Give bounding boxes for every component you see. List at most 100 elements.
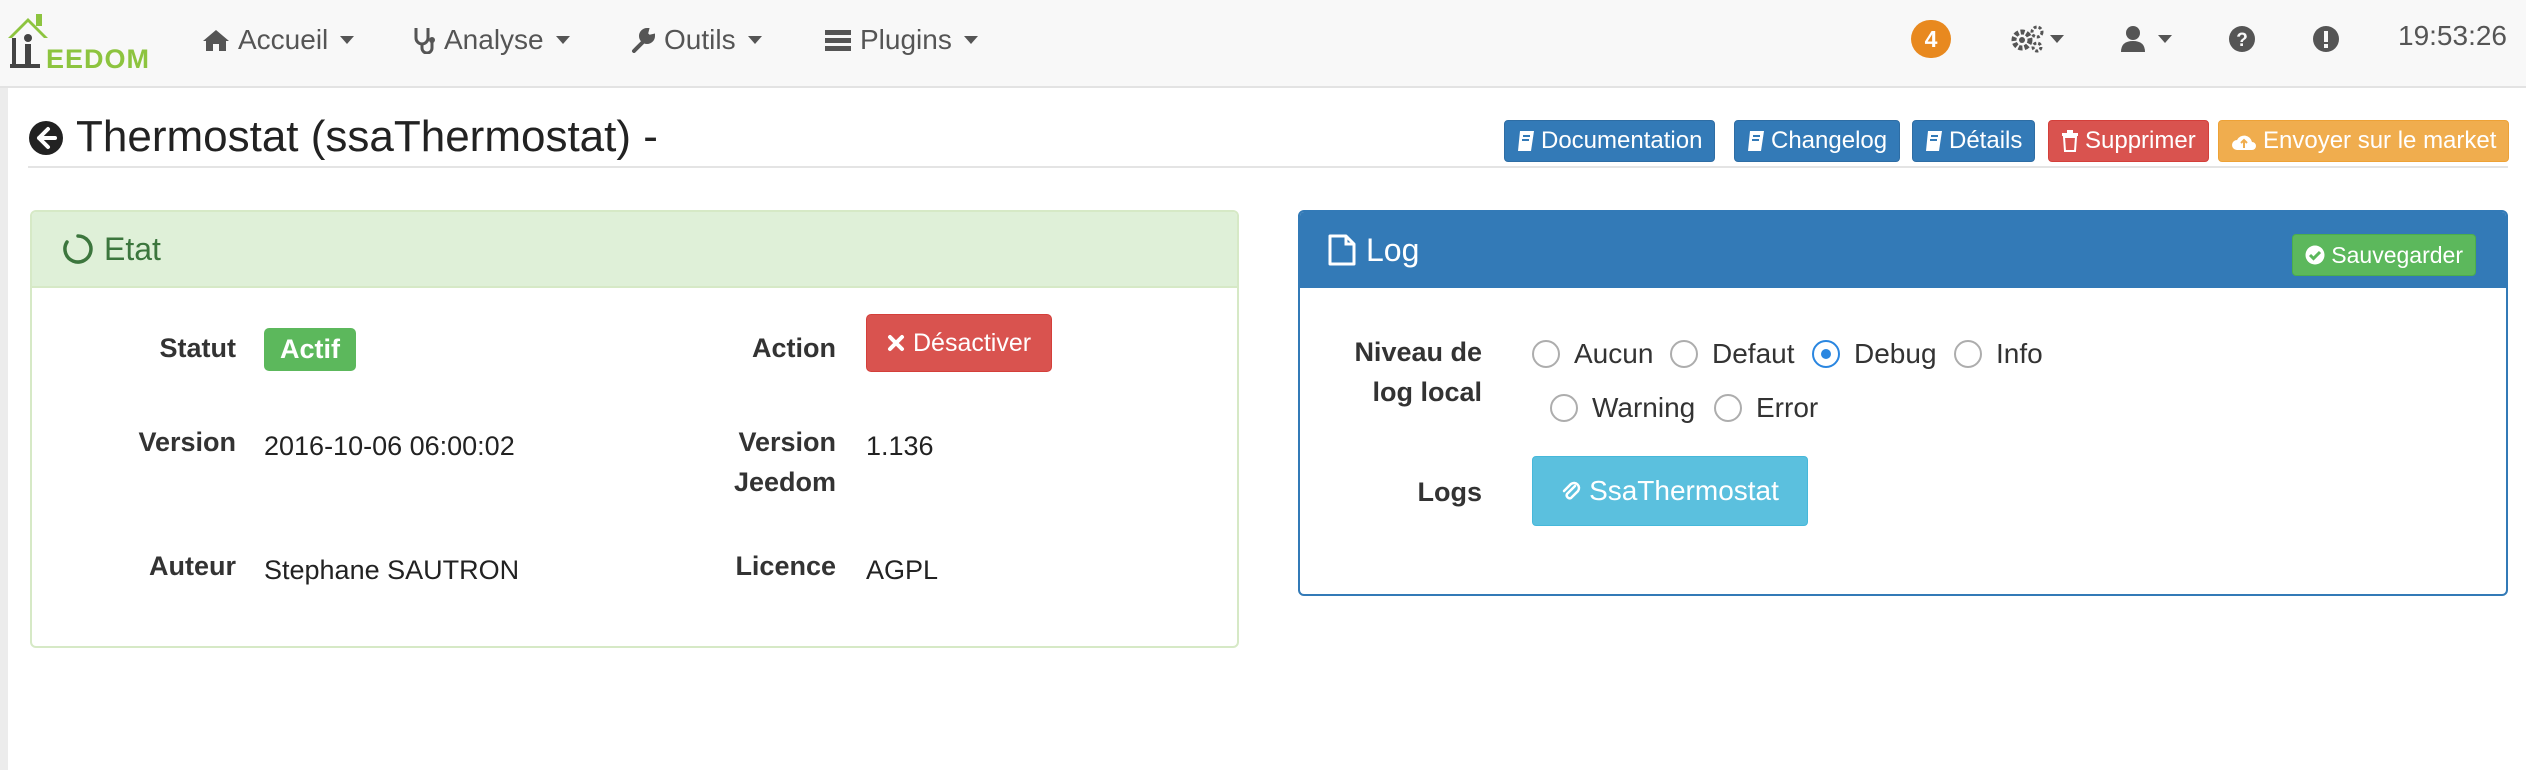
help-icon: ? (2229, 26, 2255, 52)
documentation-button[interactable]: Documentation (1504, 120, 1716, 162)
radio-aucun[interactable]: Aucun (1532, 338, 1653, 370)
version-jeedom-value: 1.136 (866, 431, 934, 461)
radio-error-label: Error (1756, 392, 1819, 423)
status-badge: Actif (264, 328, 356, 371)
log-level-label-line1: Niveau de (1354, 337, 1482, 367)
logs-button-label: SsaThermostat (1589, 475, 1779, 506)
auteur-value: Stephane SAUTRON (264, 555, 520, 585)
cogs-icon (2011, 25, 2044, 53)
action-label: Action (752, 333, 836, 363)
book-icon (1518, 131, 1534, 151)
statut-label: Statut (159, 333, 237, 363)
top-navbar: EEDOM Accueil Analyse Outils Plugins 4 ?… (0, 0, 2526, 88)
clock: 19:53:26 (2398, 20, 2507, 51)
etat-panel-heading: Etat (32, 212, 1237, 288)
nav-analyse-label: Analyse (444, 24, 544, 55)
etat-title: Etat (104, 230, 161, 267)
deactivate-label: Désactiver (913, 328, 1032, 357)
user-icon (2121, 26, 2145, 52)
radio-defaut-label: Defaut (1712, 338, 1795, 369)
close-icon (888, 335, 904, 351)
radio-error[interactable]: Error (1714, 392, 1818, 424)
log-level-label-line2: log local (1372, 377, 1482, 407)
licence-value: AGPL (866, 555, 939, 585)
licence-label: Licence (735, 551, 836, 581)
house-logo-icon (8, 14, 48, 68)
radio-warning[interactable]: Warning (1550, 392, 1695, 424)
radio-circle[interactable] (1670, 340, 1698, 368)
radio-defaut[interactable]: Defaut (1670, 338, 1795, 370)
wrench-icon (632, 27, 656, 53)
save-label: Sauvegarder (2331, 241, 2463, 268)
log-title: Log (1366, 231, 1420, 268)
changelog-label: Changelog (1771, 127, 1888, 154)
jeedom-logo[interactable]: EEDOM (6, 8, 149, 74)
help-button[interactable]: ? (2228, 22, 2256, 56)
changelog-button[interactable]: Changelog (1734, 120, 1901, 162)
log-panel: Log Sauvegarder Niveau de log local Aucu… (1298, 210, 2508, 596)
config-menu[interactable] (2010, 22, 2064, 56)
radio-debug[interactable]: Debug (1812, 338, 1937, 370)
page-title: Thermostat (ssaThermostat) - (76, 112, 658, 161)
spinner-icon (63, 234, 93, 264)
page-left-edge (0, 88, 8, 770)
market-label: Envoyer sur le market (2263, 127, 2497, 154)
logs-label: Logs (1417, 477, 1483, 507)
radio-circle[interactable] (1714, 394, 1742, 422)
radio-circle[interactable] (1954, 340, 1982, 368)
logs-button[interactable]: SsaThermostat (1532, 456, 1808, 526)
page-header: Thermostat (ssaThermostat) - Documentati… (28, 110, 2510, 168)
version-jeedom-label-line2: Jeedom (733, 467, 836, 497)
chevron-down-icon (2050, 35, 2064, 43)
user-menu[interactable] (2120, 22, 2172, 56)
radio-debug-label: Debug (1854, 338, 1937, 369)
radio-info[interactable]: Info (1954, 338, 2043, 370)
delete-label: Supprimer (2085, 127, 2196, 154)
alert-icon (2313, 26, 2339, 52)
nav-plugins-label: Plugins (860, 24, 952, 55)
radio-info-label: Info (1996, 338, 2043, 369)
file-icon (1328, 234, 1356, 266)
back-arrow-icon[interactable] (28, 120, 64, 156)
nav-outils-label: Outils (664, 24, 736, 55)
notification-badge[interactable]: 4 (1911, 20, 1951, 58)
trash-icon (2062, 130, 2078, 152)
save-button[interactable]: Sauvegarder (2292, 234, 2476, 276)
svg-text:?: ? (2236, 30, 2248, 51)
delete-button[interactable]: Supprimer (2048, 120, 2209, 162)
check-circle-icon (2305, 245, 2325, 265)
paperclip-icon (1562, 481, 1581, 500)
log-panel-heading: Log Sauvegarder (1300, 212, 2506, 288)
nav-accueil[interactable]: Accueil (202, 20, 355, 60)
nav-plugins[interactable]: Plugins (824, 20, 978, 60)
version-label: Version (138, 427, 236, 457)
chevron-down-icon (2158, 35, 2172, 43)
radio-aucun-label: Aucun (1574, 338, 1654, 369)
radio-circle[interactable] (1532, 340, 1560, 368)
logo-text: EEDOM (46, 44, 151, 74)
version-value: 2016-10-06 06:00:02 (264, 431, 515, 461)
documentation-label: Documentation (1541, 127, 1703, 154)
auteur-label: Auteur (149, 551, 236, 581)
cloud-upload-icon (2232, 135, 2256, 150)
book-icon (1926, 131, 1942, 151)
details-label: Détails (1949, 127, 2023, 154)
chevron-down-icon (963, 36, 978, 44)
alert-button[interactable] (2312, 22, 2340, 56)
book-icon (1748, 131, 1764, 151)
deactivate-button[interactable]: Désactiver (866, 314, 1053, 372)
radio-warning-label: Warning (1592, 392, 1696, 423)
stethoscope-icon (414, 28, 435, 54)
details-button[interactable]: Détails (1912, 120, 2036, 162)
radio-circle-selected[interactable] (1812, 340, 1840, 368)
nav-analyse[interactable]: Analyse (412, 20, 570, 60)
etat-panel: Etat Statut Actif Action Désactiver Vers… (30, 210, 1239, 648)
market-button[interactable]: Envoyer sur le market (2218, 120, 2510, 162)
chevron-down-icon (747, 36, 762, 44)
chevron-down-icon (555, 36, 570, 44)
nav-outils[interactable]: Outils (630, 20, 762, 60)
chevron-down-icon (340, 36, 355, 44)
plugins-icon (825, 30, 851, 51)
radio-circle[interactable] (1550, 394, 1578, 422)
home-icon (203, 30, 229, 51)
